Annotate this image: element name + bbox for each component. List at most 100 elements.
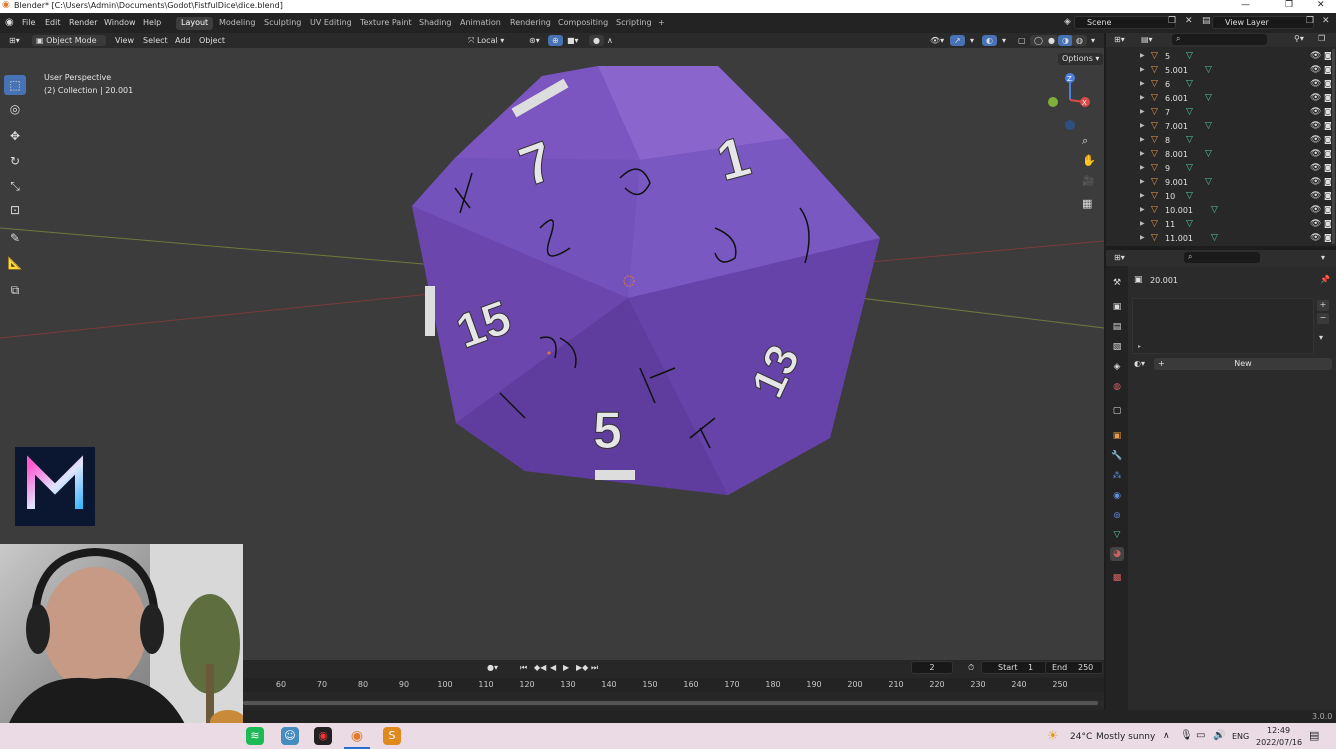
outliner-object-name[interactable]: 8 [1165, 136, 1170, 145]
display-mode-icon[interactable]: ▤▾ [1141, 35, 1153, 44]
render-camera-icon[interactable]: ◙ [1324, 51, 1332, 60]
select-box-tool-icon[interactable]: ⬚ [4, 75, 26, 95]
outliner-row[interactable]: ▶ ▽ 9 ▽ 👁 ◙ [1106, 162, 1336, 176]
menu-help[interactable]: Help [143, 18, 161, 27]
start-frame-field[interactable]: Start 1 [981, 661, 1047, 674]
render-camera-icon[interactable]: ◙ [1324, 65, 1332, 74]
jump-start-icon[interactable]: ⏮ [520, 663, 527, 673]
render-camera-icon[interactable]: ◙ [1324, 135, 1332, 144]
end-frame-field[interactable]: End 250 [1045, 661, 1103, 674]
modifier-tab-icon[interactable]: 🔧 [1110, 449, 1124, 463]
expand-arrow-icon[interactable]: ▶ [1140, 192, 1145, 199]
clock-time[interactable]: 12:49 [1267, 726, 1290, 735]
tab-compositing[interactable]: Compositing [553, 17, 613, 30]
render-camera-icon[interactable]: ◙ [1324, 163, 1332, 172]
delete-view-layer-icon[interactable]: ✕ [1322, 16, 1330, 26]
slot-specials-icon[interactable]: ▾ [1319, 333, 1323, 342]
properties-search-input[interactable]: ⌕ [1184, 252, 1260, 263]
network-icon[interactable]: ▭ [1196, 730, 1205, 741]
move-tool-icon[interactable]: ✥ [4, 126, 26, 146]
menu-render[interactable]: Render [69, 18, 97, 27]
menu-window[interactable]: Window [104, 18, 136, 27]
close-icon[interactable]: ✕ [1317, 0, 1325, 10]
mesh-data-icon[interactable]: ▽ [1205, 149, 1212, 159]
expand-arrow-icon[interactable]: ▶ [1140, 220, 1145, 227]
blender-taskbar-icon[interactable]: ◉ [348, 727, 366, 745]
mesh-data-icon[interactable]: ▽ [1186, 51, 1193, 61]
visibility-icon[interactable]: 👁▾ [926, 35, 948, 46]
volume-icon[interactable]: 🔊 [1213, 730, 1225, 741]
overlays-icon[interactable]: ◐ [982, 35, 997, 46]
physics-tab-icon[interactable]: ◉ [1110, 489, 1124, 503]
world-tab-icon[interactable]: ◍ [1110, 380, 1124, 394]
outliner-row[interactable]: ▶ ▽ 11.001 ▽ 👁 ◙ [1106, 232, 1336, 246]
visibility-eye-icon[interactable]: 👁 [1310, 93, 1321, 103]
pivot-icon[interactable]: ⊛▾ [525, 35, 544, 46]
outliner-object-name[interactable]: 8.001 [1165, 150, 1188, 159]
outliner-search-input[interactable]: ⌕ [1172, 34, 1267, 45]
menu-edit[interactable]: Edit [45, 18, 61, 27]
tab-texture-paint[interactable]: Texture Paint [355, 17, 417, 30]
render-camera-icon[interactable]: ◙ [1324, 93, 1332, 102]
object-tab-icon[interactable]: ▣ [1110, 429, 1124, 443]
tab-sculpting[interactable]: Sculpting [259, 17, 306, 30]
timeline-scrollbar[interactable] [243, 700, 1104, 706]
annotate-tool-icon[interactable]: ✎ [4, 228, 26, 248]
collection-tab-icon[interactable]: ▢ [1110, 404, 1124, 418]
tab-shading[interactable]: Shading [414, 17, 457, 30]
mode-dropdown[interactable]: ▣ Object Mode ▾ [32, 35, 106, 56]
visibility-eye-icon[interactable]: 👁 [1310, 107, 1321, 117]
tray-chevron-icon[interactable]: ∧ [1163, 731, 1170, 741]
add-cube-tool-icon[interactable]: ⧉ [4, 280, 26, 300]
outliner-row[interactable]: ▶ ▽ 5.001 ▽ 👁 ◙ [1106, 64, 1336, 78]
outliner-object-name[interactable]: 7.001 [1165, 122, 1188, 131]
snap-target-icon[interactable]: ■▾ [563, 35, 583, 46]
add-slot-button[interactable]: + [1317, 300, 1329, 311]
outliner-object-name[interactable]: 10 [1165, 192, 1175, 201]
outliner-scrollbar[interactable] [1332, 49, 1335, 244]
expand-arrow-icon[interactable]: ▶ [1140, 206, 1145, 213]
microphone-icon[interactable]: 🎙 [1180, 730, 1193, 741]
remove-slot-button[interactable]: − [1317, 313, 1329, 324]
sublime-text-icon[interactable]: S [383, 727, 401, 745]
obs-icon[interactable]: ◉ [314, 727, 332, 745]
outliner-object-name[interactable]: 11 [1165, 220, 1175, 229]
new-view-layer-icon[interactable]: ❐ [1306, 16, 1314, 26]
visibility-eye-icon[interactable]: 👁 [1310, 191, 1321, 201]
rendered-shading-icon[interactable]: ◍ [1072, 35, 1087, 46]
auto-keying-icon[interactable]: ●▾ [487, 663, 498, 672]
zoom-icon[interactable]: ⌕ [1082, 134, 1088, 148]
mesh-data-icon[interactable]: ▽ [1205, 93, 1212, 103]
mesh-data-icon[interactable]: ▽ [1211, 233, 1218, 243]
expand-arrow-icon[interactable]: ▶ [1140, 80, 1145, 87]
properties-editor-icon[interactable]: ⊞▾ [1114, 253, 1125, 262]
expand-arrow-icon[interactable]: ▶ [1140, 136, 1145, 143]
view-layer-tab-icon[interactable]: ▧ [1110, 340, 1124, 354]
properties-dropdown-icon[interactable]: ▾ [1321, 253, 1325, 262]
particles-tab-icon[interactable]: ⁂ [1110, 469, 1124, 483]
perspective-toggle-icon[interactable]: ▦ [1082, 197, 1092, 210]
falloff-icon[interactable]: ∧ [603, 35, 617, 46]
material-slots-list[interactable] [1132, 298, 1314, 354]
outliner-object-name[interactable]: 9.001 [1165, 178, 1188, 187]
timeline-ruler[interactable]: 60 70 80 90 100 110 120 130 140 150 160 170 180 190 20… [243, 678, 1104, 692]
visibility-eye-icon[interactable]: 👁 [1310, 51, 1321, 61]
mesh-data-icon[interactable]: ▽ [1186, 163, 1193, 173]
notifications-icon[interactable]: ▤ [1309, 729, 1319, 742]
navigation-gizmo[interactable]: Z X [1040, 70, 1100, 135]
scale-tool-icon[interactable]: ⤡ [4, 176, 26, 196]
visibility-eye-icon[interactable]: 👁 [1310, 163, 1321, 173]
shading-dropdown-icon[interactable]: ▾ [1087, 35, 1099, 46]
view-layer-selector[interactable]: View Layer [1212, 16, 1314, 29]
material-browse-icon[interactable]: ◐▾ [1134, 359, 1145, 368]
snap-icon[interactable]: ⊕ [548, 35, 563, 46]
render-camera-icon[interactable]: ◙ [1324, 107, 1332, 116]
gizmo-icon[interactable]: ↗ [950, 35, 965, 46]
menu-file[interactable]: File [22, 18, 35, 27]
visibility-eye-icon[interactable]: 👁 [1310, 121, 1321, 131]
render-camera-icon[interactable]: ◙ [1324, 233, 1332, 242]
mesh-data-icon[interactable]: ▽ [1186, 135, 1193, 145]
tool-tab-icon[interactable]: ⚒ [1110, 276, 1124, 290]
new-collection-icon[interactable]: ❐ [1318, 34, 1325, 43]
delete-scene-icon[interactable]: ✕ [1185, 16, 1193, 26]
